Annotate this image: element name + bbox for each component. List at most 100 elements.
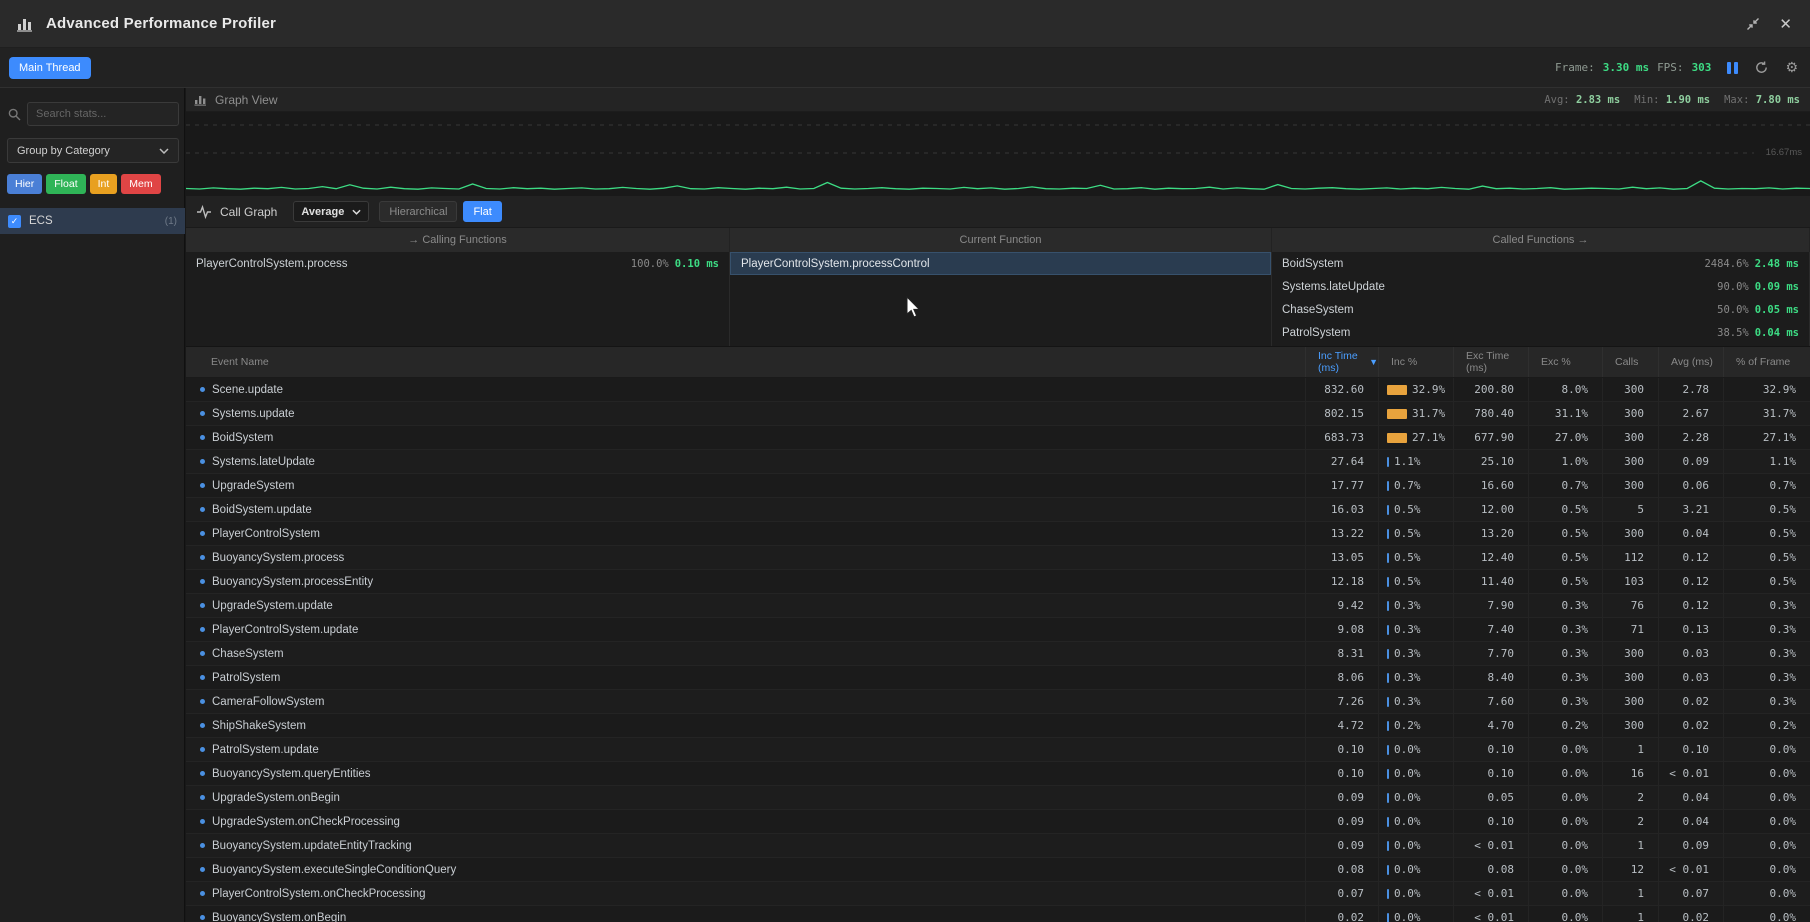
sort-chevron-down-icon: ▼ (1369, 357, 1378, 367)
table-row[interactable]: CameraFollowSystem7.260.3%7.600.3%3000.0… (186, 690, 1810, 714)
flat-button[interactable]: Flat (463, 201, 501, 222)
col-avg[interactable]: Avg (ms) (1658, 347, 1723, 377)
table-row[interactable]: Scene.update832.6032.9%200.808.0%3002.78… (186, 378, 1810, 402)
called-function-row[interactable]: BoidSystem2484.6%2.48 ms (1272, 252, 1809, 275)
col-frame-pct[interactable]: % of Frame (1723, 347, 1810, 377)
inc-pct-value: 32.9% (1412, 383, 1445, 396)
exc-pct-cell: 0.0% (1528, 906, 1602, 922)
inc-time-cell: 802.15 (1305, 402, 1378, 425)
table-row[interactable]: Systems.lateUpdate27.641.1%25.101.0%3000… (186, 450, 1810, 474)
called-function-pct: 38.5% (1717, 327, 1749, 339)
called-functions-header: Called Functions → (1272, 228, 1810, 252)
called-function-row[interactable]: Systems.lateUpdate90.0%0.09 ms (1272, 275, 1809, 298)
inc-pct-value: 0.0% (1394, 839, 1421, 852)
filter-chip-float[interactable]: Float (46, 174, 85, 194)
called-function-pct: 90.0% (1717, 281, 1749, 293)
called-function-row[interactable]: PatrolSystem38.5%0.04 ms (1272, 321, 1809, 344)
called-function-row[interactable]: ChaseSystem50.0%0.05 ms (1272, 298, 1809, 321)
collapse-window-icon[interactable] (1745, 16, 1761, 32)
calling-function-row[interactable]: PlayerControlSystem.process 100.0%0.10 m… (186, 252, 729, 275)
event-name-label: PatrolSystem.update (212, 744, 319, 756)
frame-pct-cell: 0.5% (1723, 522, 1810, 545)
inc-time-cell: 27.64 (1305, 450, 1378, 473)
table-row[interactable]: BuoyancySystem.onBegin0.020.0%< 0.010.0%… (186, 906, 1810, 922)
col-exc-time[interactable]: Exc Time (ms) (1453, 347, 1528, 377)
table-row[interactable]: BuoyancySystem.updateEntityTracking0.090… (186, 834, 1810, 858)
calls-cell: 300 (1602, 642, 1658, 665)
table-row[interactable]: BoidSystem.update16.030.5%12.000.5%53.21… (186, 498, 1810, 522)
table-row[interactable]: BuoyancySystem.queryEntities0.100.0%0.10… (186, 762, 1810, 786)
table-row[interactable]: PlayerControlSystem13.220.5%13.200.5%300… (186, 522, 1810, 546)
inc-time-cell: 8.06 (1305, 666, 1378, 689)
table-row[interactable]: Systems.update802.1531.7%780.4031.1%3002… (186, 402, 1810, 426)
col-event-name[interactable]: Event Name (186, 347, 1305, 377)
inc-pct-value: 0.7% (1394, 479, 1421, 492)
event-name-label: UpgradeSystem (212, 480, 294, 492)
table-row[interactable]: UpgradeSystem.update9.420.3%7.900.3%760.… (186, 594, 1810, 618)
called-function-values: 38.5%0.04 ms (1717, 327, 1799, 339)
gear-icon[interactable]: ⚙ (1785, 60, 1798, 76)
pause-icon[interactable] (1727, 62, 1738, 74)
min-value: 1.90 ms (1666, 94, 1710, 106)
filter-chip-hier[interactable]: Hier (7, 174, 42, 194)
exc-pct-cell: 0.0% (1528, 834, 1602, 857)
table-row[interactable]: PlayerControlSystem.onCheckProcessing0.0… (186, 882, 1810, 906)
inc-pct-cell: 0.0% (1378, 834, 1453, 857)
current-function-row[interactable]: PlayerControlSystem.processControl (730, 252, 1271, 275)
tab-main-thread[interactable]: Main Thread (9, 57, 91, 79)
table-header: Event Name Inc Time (ms) ▼ Inc % Exc Tim… (186, 347, 1810, 378)
table-row[interactable]: UpgradeSystem17.770.7%16.600.7%3000.060.… (186, 474, 1810, 498)
calls-cell: 103 (1602, 570, 1658, 593)
inc-pct-bar (1387, 553, 1389, 563)
avg-cell: 0.06 (1658, 474, 1723, 497)
frame-pct-cell: 0.0% (1723, 882, 1810, 905)
table-row[interactable]: BuoyancySystem.processEntity12.180.5%11.… (186, 570, 1810, 594)
frame-pct-cell: 0.0% (1723, 810, 1810, 833)
col-inc-time[interactable]: Inc Time (ms) ▼ (1305, 347, 1378, 377)
hierarchical-button[interactable]: Hierarchical (379, 201, 457, 222)
table-row[interactable]: UpgradeSystem.onBegin0.090.0%0.050.0%20.… (186, 786, 1810, 810)
table-row[interactable]: BuoyancySystem.process13.050.5%12.400.5%… (186, 546, 1810, 570)
filter-chip-int[interactable]: Int (90, 174, 118, 194)
refresh-icon[interactable] (1754, 60, 1769, 75)
exc-time-cell: 12.00 (1453, 498, 1528, 521)
frame-time-line (186, 181, 1810, 189)
search-input[interactable] (27, 102, 179, 126)
inc-time-cell: 13.22 (1305, 522, 1378, 545)
frame-time-graph[interactable]: 16.67ms (186, 112, 1810, 196)
call-graph-mode-select[interactable]: Average (293, 201, 369, 222)
graph-view-icon (194, 94, 207, 106)
table-row[interactable]: PlayerControlSystem.update9.080.3%7.400.… (186, 618, 1810, 642)
table-row[interactable]: ChaseSystem8.310.3%7.700.3%3000.030.3% (186, 642, 1810, 666)
table-row[interactable]: BuoyancySystem.executeSingleConditionQue… (186, 858, 1810, 882)
exc-pct-cell: 1.0% (1528, 450, 1602, 473)
col-calls[interactable]: Calls (1602, 347, 1658, 377)
event-dot-icon (200, 627, 205, 632)
called-function-pct: 50.0% (1717, 304, 1749, 316)
close-icon[interactable]: ✕ (1779, 15, 1792, 33)
event-name-cell: BuoyancySystem.executeSingleConditionQue… (186, 858, 1305, 881)
checkbox-checked-icon[interactable]: ✓ (8, 215, 21, 228)
avg-cell: 3.21 (1658, 498, 1723, 521)
sidebar-item-ecs[interactable]: ✓ ECS (1) (0, 208, 185, 234)
frame-pct-cell: 0.0% (1723, 738, 1810, 761)
table-row[interactable]: PatrolSystem8.060.3%8.400.3%3000.030.3% (186, 666, 1810, 690)
exc-pct-cell: 8.0% (1528, 378, 1602, 401)
exc-time-cell: < 0.01 (1453, 906, 1528, 922)
calls-cell: 1 (1602, 738, 1658, 761)
filter-chip-mem[interactable]: Mem (121, 174, 160, 194)
table-row[interactable]: UpgradeSystem.onCheckProcessing0.090.0%0… (186, 810, 1810, 834)
col-inc-pct[interactable]: Inc % (1378, 347, 1453, 377)
event-name-label: UpgradeSystem.onBegin (212, 792, 340, 804)
inc-time-cell: 9.42 (1305, 594, 1378, 617)
table-row[interactable]: ShipShakeSystem4.720.2%4.700.2%3000.020.… (186, 714, 1810, 738)
exc-time-cell: 16.60 (1453, 474, 1528, 497)
event-name-cell: UpgradeSystem.onBegin (186, 786, 1305, 809)
table-row[interactable]: BoidSystem683.7327.1%677.9027.0%3002.282… (186, 426, 1810, 450)
event-name-label: BuoyancySystem.executeSingleConditionQue… (212, 864, 456, 876)
inc-pct-cell: 0.3% (1378, 666, 1453, 689)
event-dot-icon (200, 507, 205, 512)
col-exc-pct[interactable]: Exc % (1528, 347, 1602, 377)
group-by-select[interactable]: Group by Category (7, 138, 179, 163)
table-row[interactable]: PatrolSystem.update0.100.0%0.100.0%10.10… (186, 738, 1810, 762)
